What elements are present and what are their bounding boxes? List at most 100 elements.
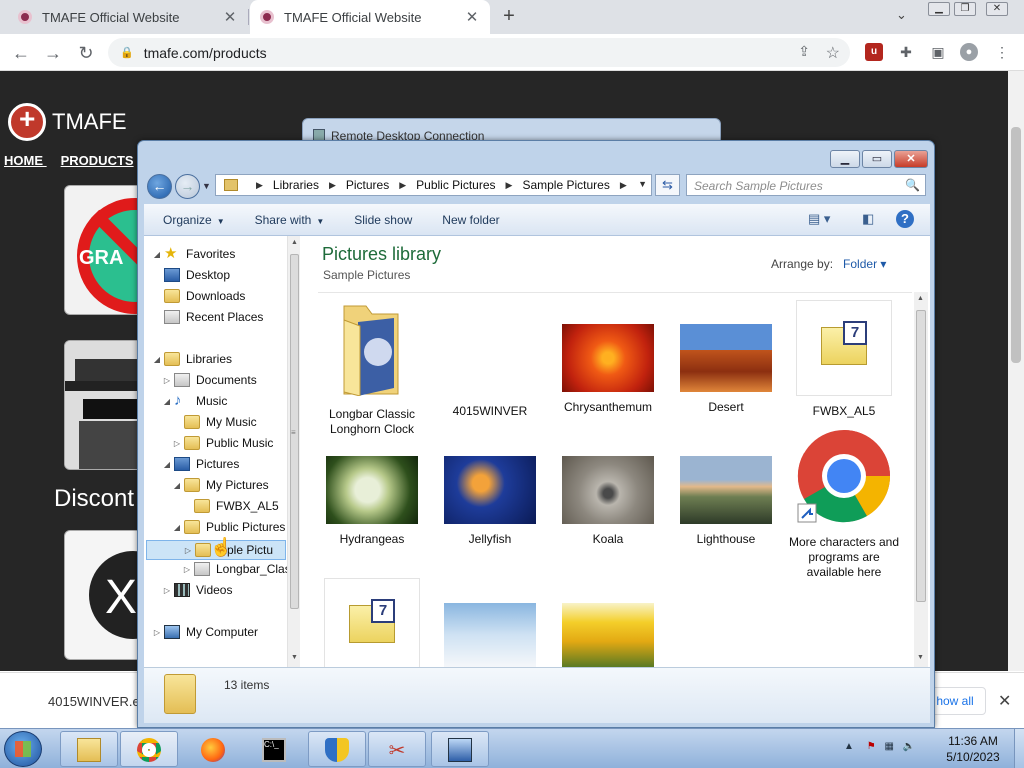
new-tab-button[interactable]: + <box>499 5 519 27</box>
change-view-icon[interactable]: ▤ ▾ <box>808 211 830 227</box>
file-item-4015winver[interactable]: 4015WINVER <box>434 300 546 419</box>
tab-search-chevron-icon[interactable]: ⌄ <box>896 7 907 23</box>
action-center-flag-icon[interactable]: ⚑ <box>867 741 876 752</box>
address-bar[interactable]: ▶ Libraries ▶ Pictures ▶ Public Pictures… <box>215 174 652 196</box>
file-item-desert[interactable]: Desert <box>670 300 782 415</box>
share-with-button[interactable]: Share with ▼ <box>255 213 325 227</box>
collapse-toggle-icon[interactable]: ▷ <box>162 376 172 385</box>
tree-favorites[interactable]: ◢ ★ Favorites <box>152 246 235 261</box>
recent-pages-dropdown-icon[interactable]: ▼ <box>202 181 211 191</box>
breadcrumb-pictures[interactable]: Pictures <box>346 178 389 192</box>
file-item-hydrangeas[interactable]: Hydrangeas <box>316 456 428 547</box>
chevron-right-icon[interactable]: ▶ <box>506 180 513 191</box>
expand-toggle-icon[interactable]: ◢ <box>162 460 172 469</box>
file-item-penguins[interactable] <box>434 603 546 667</box>
tree-music[interactable]: ◢ ♪ Music <box>162 393 227 408</box>
file-item-koala[interactable]: Koala <box>552 456 664 547</box>
file-item-tulips[interactable] <box>552 603 664 667</box>
expand-toggle-icon[interactable]: ◢ <box>172 481 182 490</box>
restore-button[interactable]: ❐ <box>954 2 976 16</box>
tab-close-icon[interactable]: ✕ <box>222 8 238 26</box>
tree-fwbx-al5[interactable]: FWBX_AL5 <box>194 499 279 513</box>
bookmark-star-icon[interactable]: ☆ <box>826 43 840 63</box>
product-card-1[interactable]: GRA <box>64 185 144 315</box>
tree-public-music[interactable]: ▷ Public Music <box>172 436 273 450</box>
expand-toggle-icon[interactable]: ◢ <box>162 397 172 406</box>
organize-button[interactable]: Organize ▼ <box>163 213 225 227</box>
scroll-down-arrow-icon[interactable]: ▼ <box>917 654 924 661</box>
scroll-up-arrow-icon[interactable]: ▲ <box>917 295 924 302</box>
extensions-puzzle-icon[interactable]: ✚ <box>897 43 915 61</box>
chevron-right-icon[interactable]: ▶ <box>620 180 627 191</box>
taskbar-uac[interactable] <box>308 731 366 767</box>
breadcrumb-libraries[interactable]: Libraries <box>273 178 319 192</box>
scrollbar-thumb[interactable] <box>916 310 926 602</box>
scroll-up-arrow-icon[interactable]: ▲ <box>291 239 298 246</box>
close-download-bar-icon[interactable]: ✕ <box>998 691 1011 711</box>
page-scrollbar[interactable] <box>1008 71 1024 671</box>
tree-pictures[interactable]: ◢ Pictures <box>162 457 239 471</box>
collapse-toggle-icon[interactable]: ▷ <box>183 546 193 555</box>
tree-recent-places[interactable]: Recent Places <box>164 310 263 324</box>
search-icon[interactable]: 🔍 <box>905 178 920 192</box>
reload-icon[interactable]: ↻ <box>75 42 97 64</box>
product-card-2[interactable] <box>64 340 144 470</box>
menu-kebab-icon[interactable]: ⋮ <box>993 43 1011 61</box>
forward-arrow-icon[interactable]: → <box>42 42 64 64</box>
site-logo[interactable]: TMAFE <box>8 103 127 141</box>
scrollbar-thumb[interactable] <box>1011 127 1021 363</box>
address-dropdown-icon[interactable]: ▼ <box>638 179 647 189</box>
expand-toggle-icon[interactable]: ◢ <box>172 523 182 532</box>
tree-my-computer[interactable]: ▷ My Computer <box>152 625 258 639</box>
tree-videos[interactable]: ▷ Videos <box>162 583 232 597</box>
clock[interactable]: 11:36 AM 5/10/2023 <box>938 733 1008 765</box>
taskbar-chrome[interactable] <box>120 731 178 767</box>
show-hidden-icons-icon[interactable]: ▲ <box>844 741 854 752</box>
collapse-toggle-icon[interactable]: ▷ <box>172 439 182 448</box>
nav-products-link[interactable]: PRODUCTS <box>61 153 134 168</box>
product-card-3[interactable]: X <box>64 530 144 660</box>
breadcrumb-sample-pictures[interactable]: Sample Pictures <box>522 178 609 192</box>
content-scrollbar[interactable]: ▲ ▼ <box>914 292 928 667</box>
slide-show-button[interactable]: Slide show <box>354 213 412 227</box>
omnibox[interactable]: 🔒 tmafe.com/products ⇪ ☆ <box>108 38 850 67</box>
breadcrumb-public-pictures[interactable]: Public Pictures <box>416 178 495 192</box>
file-item-lighthouse[interactable]: Lighthouse <box>670 456 782 547</box>
expand-toggle-icon[interactable]: ◢ <box>152 250 162 259</box>
collapse-toggle-icon[interactable]: ▷ <box>182 565 192 574</box>
forward-button[interactable]: → <box>175 174 200 199</box>
expand-toggle-icon[interactable]: ◢ <box>152 355 162 364</box>
file-item-archive[interactable]: 7 <box>316 578 428 668</box>
chevron-right-icon[interactable]: ▶ <box>256 180 263 191</box>
minimize-button[interactable]: ▁ <box>928 2 950 16</box>
file-item-jellyfish[interactable]: Jellyfish <box>434 456 546 547</box>
volume-icon[interactable]: 🔈 <box>903 741 915 752</box>
chevron-right-icon[interactable]: ▶ <box>329 180 336 191</box>
refresh-button[interactable]: ⇆ <box>655 174 680 196</box>
tree-libraries[interactable]: ◢ Libraries <box>152 352 232 366</box>
scroll-down-arrow-icon[interactable]: ▼ <box>291 654 298 661</box>
tree-public-pictures[interactable]: ◢ Public Pictures <box>172 520 285 534</box>
show-desktop-button[interactable] <box>1014 729 1024 768</box>
taskbar-firefox[interactable] <box>184 731 242 767</box>
browser-tab-2[interactable]: TMAFE Official Website ✕ <box>250 0 490 34</box>
tree-documents[interactable]: ▷ Documents <box>162 373 257 387</box>
new-folder-button[interactable]: New folder <box>442 213 499 227</box>
tree-my-music[interactable]: My Music <box>184 415 257 429</box>
side-panel-icon[interactable]: ▣ <box>929 43 947 61</box>
file-item-fwbx-al5[interactable]: 7 FWBX_AL5 <box>788 300 900 419</box>
file-item-more-characters[interactable]: More characters and programs are availab… <box>788 428 900 580</box>
arrange-by-dropdown[interactable]: Folder ▾ <box>843 257 886 271</box>
download-item[interactable]: 4015WINVER.e <box>48 694 140 709</box>
back-arrow-icon[interactable]: ← <box>10 42 32 64</box>
file-item-chrysanthemum[interactable]: Chrysanthemum <box>552 300 664 415</box>
explorer-minimize-button[interactable]: ▁ <box>830 150 860 168</box>
explorer-maximize-button[interactable]: ▭ <box>862 150 892 168</box>
taskbar-remote-desktop[interactable] <box>431 731 489 767</box>
nav-home-link[interactable]: HOME <box>4 153 43 168</box>
close-window-button[interactable]: ✕ <box>986 2 1008 16</box>
taskbar-snipping[interactable]: ✂ <box>368 731 426 767</box>
chevron-right-icon[interactable]: ▶ <box>399 180 406 191</box>
start-button[interactable] <box>4 731 42 767</box>
network-icon[interactable]: ▦ <box>884 741 893 752</box>
